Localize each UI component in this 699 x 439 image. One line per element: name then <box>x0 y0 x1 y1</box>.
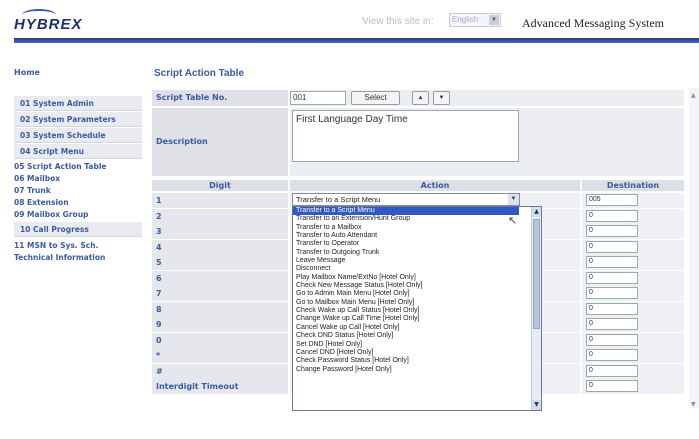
sidebar-item[interactable]: 08 Extension <box>14 197 142 209</box>
destination-input[interactable]: 0 <box>586 271 638 284</box>
dropdown-option[interactable]: Transfer to Outgoing Trunk <box>293 249 541 257</box>
language-select-value: English <box>452 15 479 24</box>
dropdown-option[interactable]: Transfer to Auto Attendant <box>293 232 541 240</box>
digit-cell: 5 <box>152 255 288 270</box>
column-header-destination: Destination <box>582 180 684 191</box>
up-button[interactable]: ▲ <box>412 91 429 105</box>
chevron-down-icon: ▼ <box>508 194 519 205</box>
dropdown-scrollbar[interactable]: ▲ ▼ <box>531 207 541 410</box>
scroll-up-icon[interactable]: ▲ <box>691 92 696 99</box>
sidebar-item[interactable]: 02 System Parameters <box>14 112 142 127</box>
digit-cell: 8 <box>152 301 288 317</box>
dropdown-option[interactable]: Check New Message Status [Hotel Only] <box>293 282 541 290</box>
sidebar-item[interactable]: 05 Script Action Table <box>14 161 142 173</box>
header-divider <box>14 38 699 43</box>
sidebar-item[interactable]: 10 Call Progress <box>14 222 142 237</box>
digit-cell: Interdigit Timeout <box>152 379 288 394</box>
column-header-action: Action <box>290 180 580 191</box>
destination-input[interactable]: 0 <box>586 256 638 268</box>
script-table-input[interactable]: 001 <box>290 91 346 105</box>
destination-input[interactable]: 0 <box>586 318 638 330</box>
digit-cell: * <box>152 348 288 363</box>
sidebar-item[interactable]: 01 System Admin <box>14 96 142 111</box>
action-dropdown-list[interactable]: Transfer to a Script Menu Transfer to an … <box>292 206 542 411</box>
dropdown-option[interactable]: Change Password [Hotel Only] <box>293 366 541 374</box>
destination-input[interactable]: 0 <box>586 302 638 315</box>
dropdown-option[interactable]: Cancel DND [Hotel Only] <box>293 349 541 357</box>
digit-cell: 6 <box>152 270 288 286</box>
sidebar-item[interactable]: 09 Mailbox Group <box>14 209 142 221</box>
scroll-down-icon[interactable]: ▼ <box>532 400 541 410</box>
dropdown-option[interactable]: Change Wake up Call Time [Hotel Only] <box>293 315 541 323</box>
destination-input[interactable]: 0 <box>586 380 638 392</box>
destination-input[interactable]: 0 <box>586 287 638 299</box>
digit-cell: 2 <box>152 208 288 224</box>
dropdown-option[interactable]: Go to Admin Main Menu [Hotel Only] <box>293 290 541 298</box>
mouse-cursor-icon: ↖ <box>508 214 518 227</box>
language-select[interactable]: English ▼ <box>449 13 501 27</box>
action-select[interactable]: Transfer to a Script Menu ▼ <box>292 193 520 206</box>
destination-input[interactable]: 0 <box>586 240 638 253</box>
digit-cell: # <box>152 363 288 379</box>
down-button[interactable]: ▼ <box>433 91 450 105</box>
select-button[interactable]: Select <box>351 91 400 105</box>
dropdown-option[interactable]: Transfer to an Extension/Hunt Group <box>293 215 541 223</box>
dropdown-option[interactable]: Set DND [Hotel Only] <box>293 341 541 349</box>
script-table-label: Script Table No. <box>152 90 288 106</box>
sidebar-item[interactable]: 03 System Schedule <box>14 128 142 143</box>
destination-input[interactable]: 0 <box>586 209 638 222</box>
dropdown-option[interactable]: Check DND Status [Hotel Only] <box>293 332 541 340</box>
chevron-down-icon: ▼ <box>489 15 499 25</box>
sidebar-item[interactable]: 07 Trunk <box>14 185 142 197</box>
sidebar-item[interactable]: Technical Information <box>14 252 142 264</box>
dropdown-option[interactable]: Cancel Wake up Call [Hotel Only] <box>293 324 541 332</box>
destination-input[interactable]: 0 <box>586 364 638 377</box>
digit-cell: 9 <box>152 317 288 332</box>
page-scrollbar[interactable]: ▲ ▼ <box>689 88 699 408</box>
destination-input[interactable]: 0 <box>586 225 638 237</box>
nav-home-link[interactable]: Home <box>14 68 40 77</box>
destination-input[interactable]: 0 <box>586 349 638 361</box>
header: HYBREX View this site in: English ▼ Adva… <box>0 0 699 44</box>
digit-cell: 7 <box>152 286 288 301</box>
action-select-value: Transfer to a Script Menu <box>296 195 381 204</box>
digit-cell: 0 <box>152 332 288 348</box>
column-header-digit: Digit <box>152 180 288 191</box>
page-title: Script Action Table <box>154 68 245 79</box>
description-textarea[interactable]: First Language Day Time <box>292 110 519 162</box>
destination-input[interactable]: 0 <box>586 333 638 346</box>
sidebar-item[interactable]: 04 Script Menu <box>14 144 142 159</box>
app-title: Advanced Messaging System <box>522 16 664 30</box>
sidebar-item[interactable]: 11 MSN to Sys. Sch. <box>14 240 142 252</box>
dropdown-option[interactable]: Transfer to a Mailbox <box>293 224 541 232</box>
language-label: View this site in: <box>362 16 434 27</box>
script-table-field <box>290 90 684 106</box>
dropdown-option[interactable]: Play Mailbox Name/ExtNo [Hotel Only] <box>293 274 541 282</box>
dropdown-option[interactable]: Leave Message <box>293 257 541 265</box>
scroll-down-icon[interactable]: ▼ <box>691 401 696 408</box>
digit-cell: 4 <box>152 239 288 255</box>
digit-cell: 1 <box>152 193 288 208</box>
description-label: Description <box>152 108 288 176</box>
logo[interactable]: HYBREX <box>14 16 83 33</box>
sidebar-item[interactable]: 06 Mailbox <box>14 173 142 185</box>
dropdown-option[interactable]: Go to Mailbox Main Menu [Hotel Only] <box>293 299 541 307</box>
dropdown-option[interactable]: Disconnect <box>293 265 541 273</box>
dropdown-option[interactable]: Transfer to Operator <box>293 240 541 248</box>
scroll-thumb[interactable] <box>533 219 540 329</box>
destination-input[interactable]: 005 <box>586 194 638 206</box>
scroll-up-icon[interactable]: ▲ <box>532 207 541 217</box>
dropdown-option[interactable]: Check Wake up Call Status [Hotel Only] <box>293 307 541 315</box>
digit-cell: 3 <box>152 224 288 239</box>
dropdown-option[interactable]: Transfer to a Script Menu <box>293 207 519 216</box>
dropdown-option[interactable]: Check Password Status [Hotel Only] <box>293 357 541 365</box>
